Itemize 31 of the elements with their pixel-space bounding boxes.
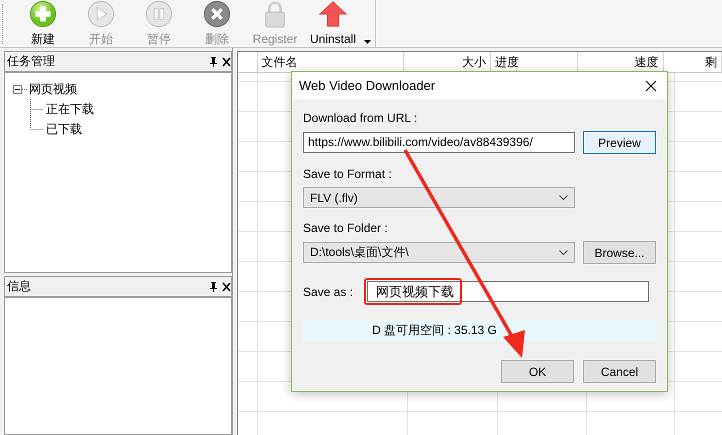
folder-dropdown[interactable]: D:\tools\桌面\文件\ (303, 242, 575, 263)
cancel-button[interactable]: Cancel (583, 360, 656, 383)
field-label: Save to Format : (303, 167, 393, 181)
toolbar-button[interactable]: Uninstall (304, 0, 362, 46)
ok-button[interactable]: OK (501, 360, 574, 383)
field-label: Save to Folder : (303, 221, 389, 235)
close-icon[interactable] (222, 282, 231, 292)
field-label: Save as : (303, 284, 354, 298)
tree-item[interactable]: 网页视频 (29, 80, 77, 98)
chevron-down-icon (559, 194, 568, 200)
close-icon[interactable] (222, 56, 231, 66)
file-name-field[interactable]: 网页视频下载 (367, 281, 650, 302)
up-arrow-icon (318, 0, 348, 28)
preview-button[interactable]: Preview (583, 131, 656, 154)
chevron-down-icon (559, 250, 568, 256)
dropdown-caret-icon[interactable] (364, 40, 371, 44)
field-label: Download from URL : (303, 111, 418, 125)
format-dropdown[interactable]: FLV (.flv) (303, 187, 575, 208)
close-icon[interactable] (645, 80, 657, 92)
window-title: Web Video Downloader (299, 78, 436, 93)
toolbar-button[interactable]: 新建 (14, 0, 72, 46)
url-field[interactable]: https://www.bilibili.com/video/av88439396/ (303, 132, 575, 153)
tree-item[interactable]: 正在下载 (46, 100, 94, 118)
pin-icon[interactable] (209, 56, 218, 66)
free-space-info: D 盘可用空间 : 35.13 G (303, 320, 656, 341)
pin-icon[interactable] (209, 282, 218, 292)
browse-button[interactable]: Browse... (583, 241, 656, 264)
panel-title: 信息 (7, 278, 32, 295)
panel-title: 任务管理 (7, 53, 56, 70)
tree-item[interactable]: 已下载 (46, 120, 82, 138)
collapse-icon[interactable] (13, 84, 27, 94)
